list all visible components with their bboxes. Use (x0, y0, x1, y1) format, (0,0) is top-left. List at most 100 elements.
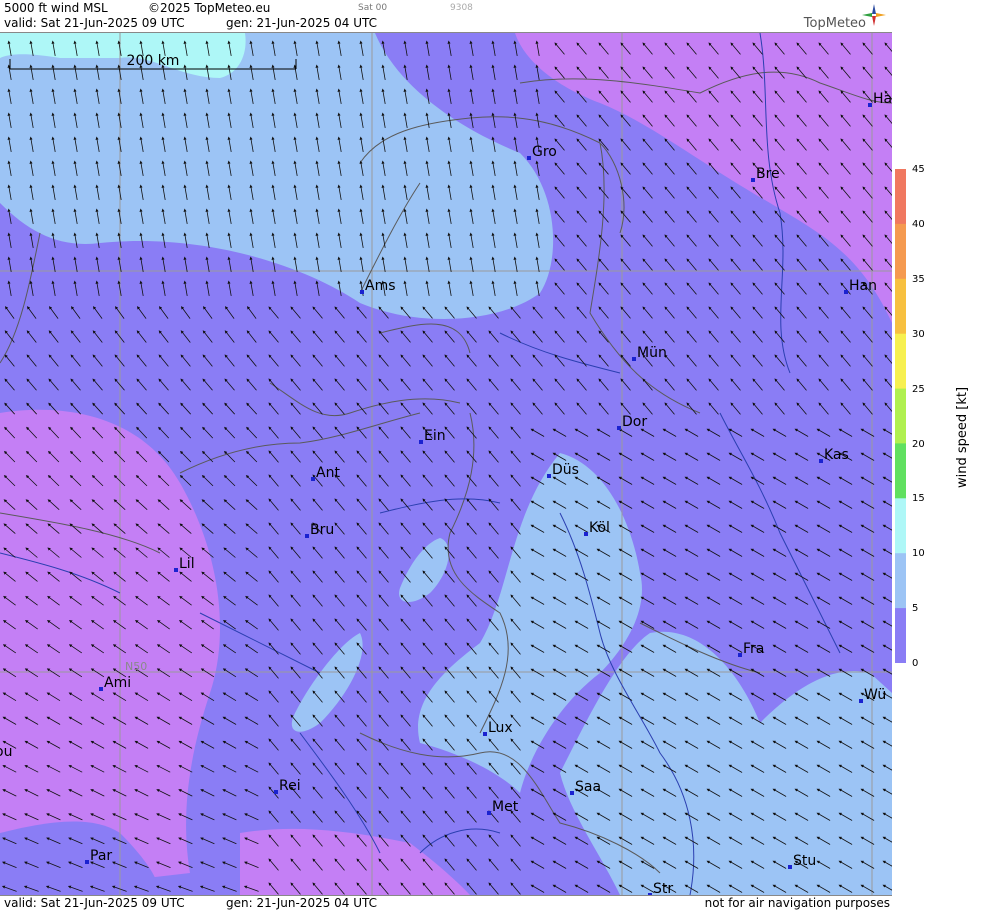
legend-color-step (895, 278, 906, 335)
city-marker: Par (85, 848, 112, 864)
footer-valid-time: valid: Sat 21-Jun-2025 09 UTC (4, 896, 185, 910)
city-label: Bre (756, 166, 780, 182)
legend-color-step (895, 553, 906, 610)
footer-generated-time: gen: 21-Jun-2025 04 UTC (226, 896, 378, 910)
city-label: Köl (589, 520, 610, 536)
city-dot (311, 477, 315, 481)
city-dot (738, 653, 742, 657)
city-label: Mün (637, 345, 667, 361)
city-dot (844, 290, 848, 294)
city-label: Par (90, 848, 112, 864)
city-dot (174, 568, 178, 572)
city-marker: Han (844, 278, 877, 294)
legend-color-bar (895, 169, 906, 663)
city-dot (305, 534, 309, 538)
city-label: Han (849, 278, 877, 294)
city-dot (859, 699, 863, 703)
legend-tick: 15 (912, 493, 925, 505)
legend-color-step (895, 498, 906, 555)
city-marker: Wü (859, 687, 886, 703)
city-marker: Kas (819, 447, 849, 463)
generated-time: gen: 21-Jun-2025 04 UTC (226, 16, 378, 30)
legend-color-step (895, 169, 906, 225)
legend-color-step (895, 223, 906, 280)
city-dot (584, 532, 588, 536)
city-label: Fra (743, 641, 764, 657)
map-footer: valid: Sat 21-Jun-2025 09 UTC gen: 21-Ju… (0, 895, 892, 910)
city-label: Wü (864, 687, 886, 703)
copyright-label: ©2025 TopMeteo.eu (148, 1, 271, 15)
city-marker: Ant (311, 465, 340, 481)
city-marker: Stu (788, 853, 816, 869)
legend-tick: 20 (912, 438, 925, 450)
legend-tick: 35 (912, 273, 925, 285)
legend-color-step (895, 443, 906, 500)
city-dot (751, 178, 755, 182)
city-marker: Met (487, 799, 519, 815)
city-label: Str (653, 881, 673, 895)
city-dot (99, 687, 103, 691)
city-dot (819, 459, 823, 463)
city-dot (85, 860, 89, 864)
city-label: Ant (316, 465, 340, 481)
city-label: ou (0, 744, 12, 760)
city-label: Saa (575, 779, 601, 795)
city-marker: Lux (483, 720, 513, 736)
city-dot (487, 811, 491, 815)
brand-label: TopMeteo (803, 16, 866, 31)
city-dot (483, 732, 487, 736)
disclaimer-label: not for air navigation purposes (704, 896, 890, 910)
wind-map[interactable]: 200 km N50 Gro Bre Ha Ams Han Mün Dor Ein Kas Düs… (0, 33, 892, 895)
city-dot (632, 357, 636, 361)
city-marker: Saa (570, 779, 601, 795)
city-dot (547, 474, 551, 478)
latitude-label: N50 (125, 660, 147, 673)
city-label: Ha (873, 91, 892, 107)
legend-tick: 5 (912, 603, 919, 615)
city-label: Lil (179, 556, 195, 572)
chart-code: 9308 (450, 3, 473, 13)
city-label: Düs (552, 462, 579, 478)
city-label: Stu (793, 853, 816, 869)
legend-title: wind speed [kt] (955, 386, 970, 488)
city-marker: ou (0, 744, 12, 760)
city-dot (788, 865, 792, 869)
legend-color-step (895, 333, 906, 390)
legend-color-step (895, 388, 906, 445)
legend-tick: 45 (912, 164, 925, 175)
wind-speed-legend: 45 40 35 30 25 20 15 10 5 0 wind speed [kt] (893, 0, 983, 909)
city-dot (617, 426, 621, 430)
city-marker: Dor (617, 414, 647, 430)
city-label: Ams (365, 278, 396, 294)
topmeteo-logo: TopMeteo (788, 2, 888, 31)
city-dot (360, 290, 364, 294)
city-label: Ami (104, 675, 131, 691)
city-marker: Mün (632, 345, 667, 361)
city-label: Gro (532, 144, 557, 160)
city-marker: Ami (99, 675, 131, 691)
city-marker: Gro (527, 144, 557, 160)
scale-label: 200 km (127, 53, 180, 69)
map-title: 5000 ft wind MSL (4, 1, 108, 15)
legend-tick: 40 (912, 218, 925, 230)
city-label: Dor (622, 414, 647, 430)
city-label: Ein (424, 428, 446, 444)
city-dot (274, 790, 278, 794)
city-label: Bru (310, 522, 334, 538)
legend-tick: 10 (912, 548, 925, 560)
city-dot (868, 103, 872, 107)
city-label: Rei (279, 778, 301, 794)
city-label: Met (492, 799, 519, 815)
legend-tick: 25 (912, 383, 925, 395)
time-code: Sat 00 (358, 3, 388, 13)
city-label: Lux (488, 720, 513, 736)
city-marker: Bre (751, 166, 780, 182)
city-dot (570, 791, 574, 795)
city-marker: Bru (305, 522, 334, 538)
map-header: 5000 ft wind MSL ©2025 TopMeteo.eu Sat 0… (0, 0, 892, 33)
legend-color-step (895, 608, 906, 663)
legend-tick: 30 (912, 328, 925, 340)
legend-tick: 0 (912, 658, 919, 670)
city-marker: Ams (360, 278, 396, 294)
city-label: Kas (824, 447, 849, 463)
